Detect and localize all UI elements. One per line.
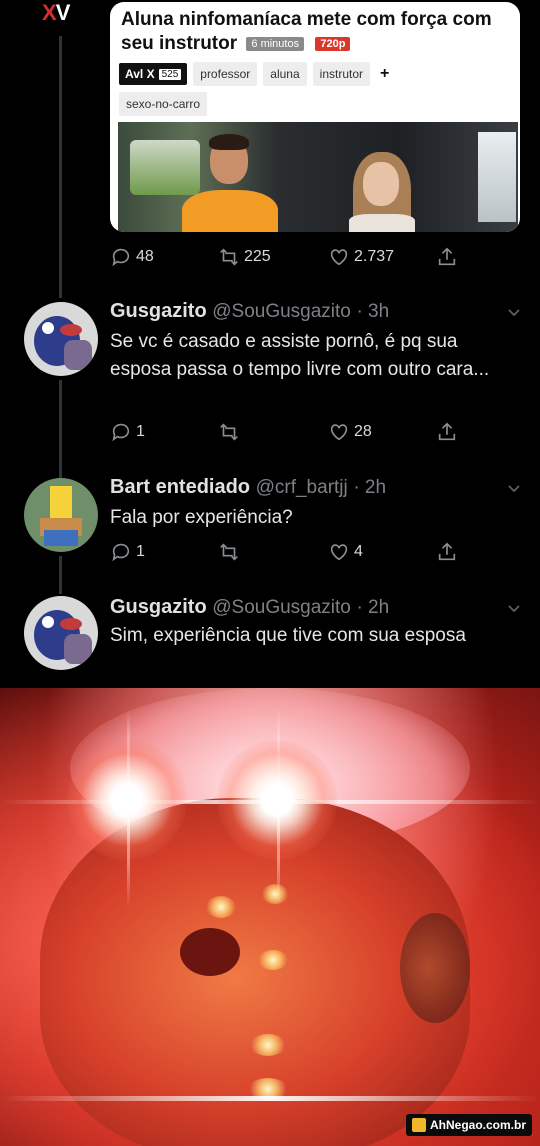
display-name: Gusgazito	[110, 596, 207, 618]
reply-count: 1	[136, 423, 145, 440]
share-icon	[438, 422, 456, 441]
retweet-button[interactable]: 225	[218, 246, 271, 268]
channel-count: 525	[158, 68, 182, 80]
heart-icon	[330, 544, 348, 561]
user-handle: @SouGusgazito	[212, 301, 351, 322]
user-handle: @SouGusgazito	[212, 597, 351, 618]
laser-eyes-meme-image: AhNegao.com.br	[0, 688, 540, 1146]
meme-mouth	[180, 928, 240, 976]
heart-icon	[330, 249, 348, 266]
user-handle: @crf_bartjj	[255, 477, 348, 498]
retweet-button[interactable]	[218, 541, 240, 563]
video-embed-card[interactable]: Aluna ninfomaníaca mete com força com se…	[110, 2, 520, 232]
tag-item[interactable]: sexo-no-carro	[119, 92, 208, 116]
chevron-down-icon[interactable]	[508, 305, 520, 317]
like-button[interactable]: 4	[328, 541, 363, 563]
tweet-time: · 2h	[356, 597, 390, 618]
light-dot	[206, 896, 236, 918]
reply-count: 48	[136, 248, 154, 265]
light-dot	[258, 950, 288, 970]
like-count: 2.737	[354, 248, 395, 265]
tag-item[interactable]: instrutor	[312, 62, 371, 86]
video-title-text: Aluna ninfomaníaca mete com força com se…	[121, 9, 492, 54]
xvideos-logo: XV	[42, 0, 70, 25]
display-name: Gusgazito	[110, 300, 207, 322]
like-count: 4	[354, 543, 363, 560]
retweet-icon	[220, 423, 238, 441]
retweet-button[interactable]	[218, 421, 240, 443]
share-icon	[438, 247, 456, 266]
avatar[interactable]	[24, 302, 98, 376]
like-button[interactable]: 2.737	[328, 246, 394, 268]
reply-icon	[112, 248, 130, 267]
share-button[interactable]	[436, 421, 458, 443]
display-name: Bart entediado	[110, 476, 251, 498]
channel-badge[interactable]: Avl X 525	[119, 63, 188, 85]
tag-item[interactable]: aluna	[263, 62, 307, 86]
share-icon	[438, 542, 456, 561]
thread-connector	[59, 380, 62, 478]
tweet-time: · 3h	[356, 301, 390, 322]
avatar[interactable]	[24, 478, 98, 552]
meme-ear	[400, 913, 470, 1023]
tweet-text: Se vc é casado e assiste pornô, é pq sua…	[110, 331, 490, 380]
instructor-figure	[180, 130, 280, 232]
avatar[interactable]	[24, 596, 98, 670]
like-button[interactable]: 28	[328, 421, 372, 443]
laser-eye-left	[67, 740, 187, 860]
chevron-down-icon[interactable]	[508, 481, 520, 493]
watermark-text: AhNegao.com.br	[429, 1118, 526, 1132]
student-figure	[343, 152, 423, 232]
site-logo-icon	[411, 1118, 426, 1132]
tweet-text: Sim, experiência que tive com sua esposa	[110, 625, 466, 646]
share-button[interactable]	[436, 541, 458, 563]
thread-connector	[59, 556, 62, 594]
quality-badge: 720p	[315, 36, 351, 51]
tweet-text: Fala por experiência?	[110, 507, 293, 528]
light-streak	[0, 1096, 540, 1101]
tag-item[interactable]: professor	[193, 62, 258, 86]
share-button[interactable]	[436, 246, 458, 268]
tag-list: Avl X 525 professor aluna instrutor + sex…	[119, 62, 514, 122]
thread-connector	[59, 36, 62, 298]
light-dot	[250, 1034, 286, 1056]
tweet-author[interactable]: Gusgazito @SouGusgazito · 3h	[110, 300, 389, 323]
video-title: Aluna ninfomaníaca mete com força com se…	[121, 8, 511, 56]
light-dot	[262, 884, 288, 904]
tweet-thread: XV Aluna ninfomaníaca mete com força com…	[0, 0, 540, 688]
car-window	[478, 132, 516, 222]
reply-icon	[112, 423, 130, 442]
more-tags-button[interactable]: +	[380, 65, 389, 83]
video-thumbnail[interactable]	[118, 122, 518, 232]
duration-badge: 6 minutos	[246, 36, 305, 51]
laser-eye-right	[217, 740, 337, 860]
like-count: 28	[354, 423, 372, 440]
retweet-icon	[220, 248, 238, 266]
retweet-icon	[220, 543, 238, 561]
chevron-down-icon[interactable]	[508, 601, 520, 613]
site-watermark: AhNegao.com.br	[405, 1114, 532, 1136]
heart-icon	[330, 424, 348, 441]
reply-button[interactable]: 48	[110, 246, 154, 268]
retweet-count: 225	[244, 248, 271, 265]
tweet-author[interactable]: Bart entediado @crf_bartjj · 2h	[110, 476, 386, 499]
reply-icon	[112, 543, 130, 562]
reply-count: 1	[136, 543, 145, 560]
tweet-time: · 2h	[353, 477, 387, 498]
reply-button[interactable]: 1	[110, 421, 145, 443]
reply-button[interactable]: 1	[110, 541, 145, 563]
tweet-author[interactable]: Gusgazito @SouGusgazito · 2h	[110, 596, 389, 619]
